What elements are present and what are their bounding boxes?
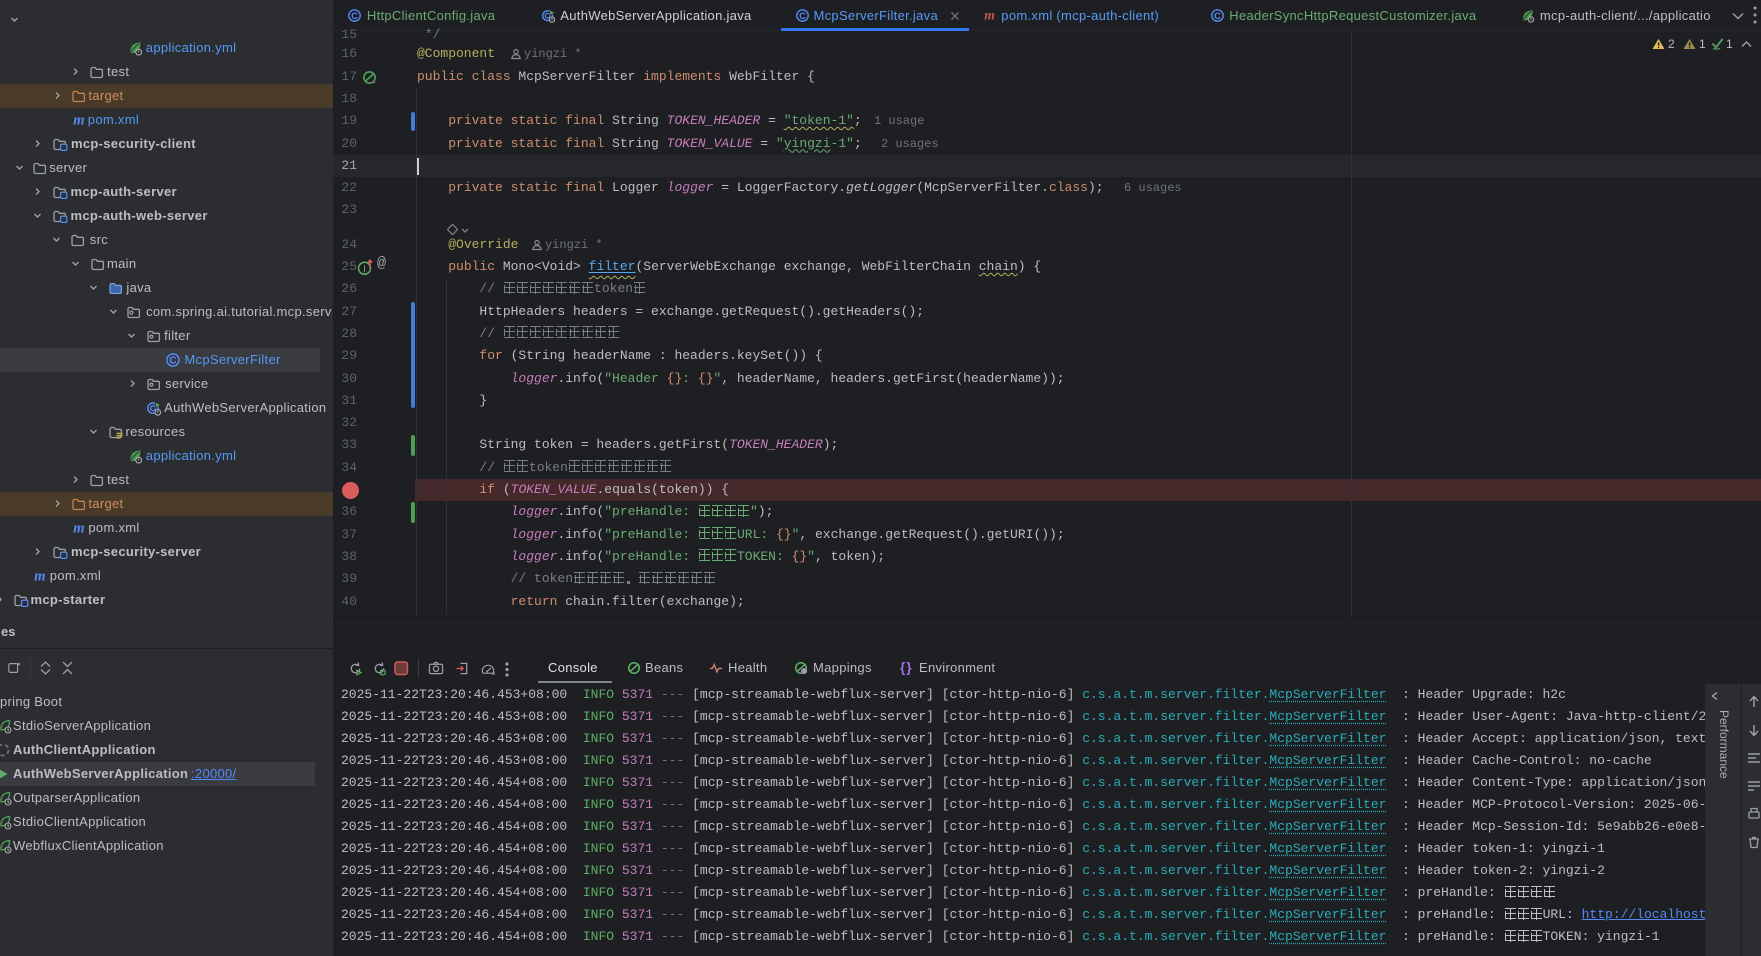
svg-text:C: C xyxy=(799,11,806,21)
svg-text:m: m xyxy=(984,8,995,23)
svg-text:m: m xyxy=(73,113,85,129)
svg-text:I: I xyxy=(363,264,366,275)
svg-text:m: m xyxy=(73,521,85,537)
svg-text:C: C xyxy=(169,356,177,367)
svg-text:m: m xyxy=(34,569,46,585)
svg-text:C: C xyxy=(1214,11,1221,21)
svg-text:C: C xyxy=(351,11,358,21)
